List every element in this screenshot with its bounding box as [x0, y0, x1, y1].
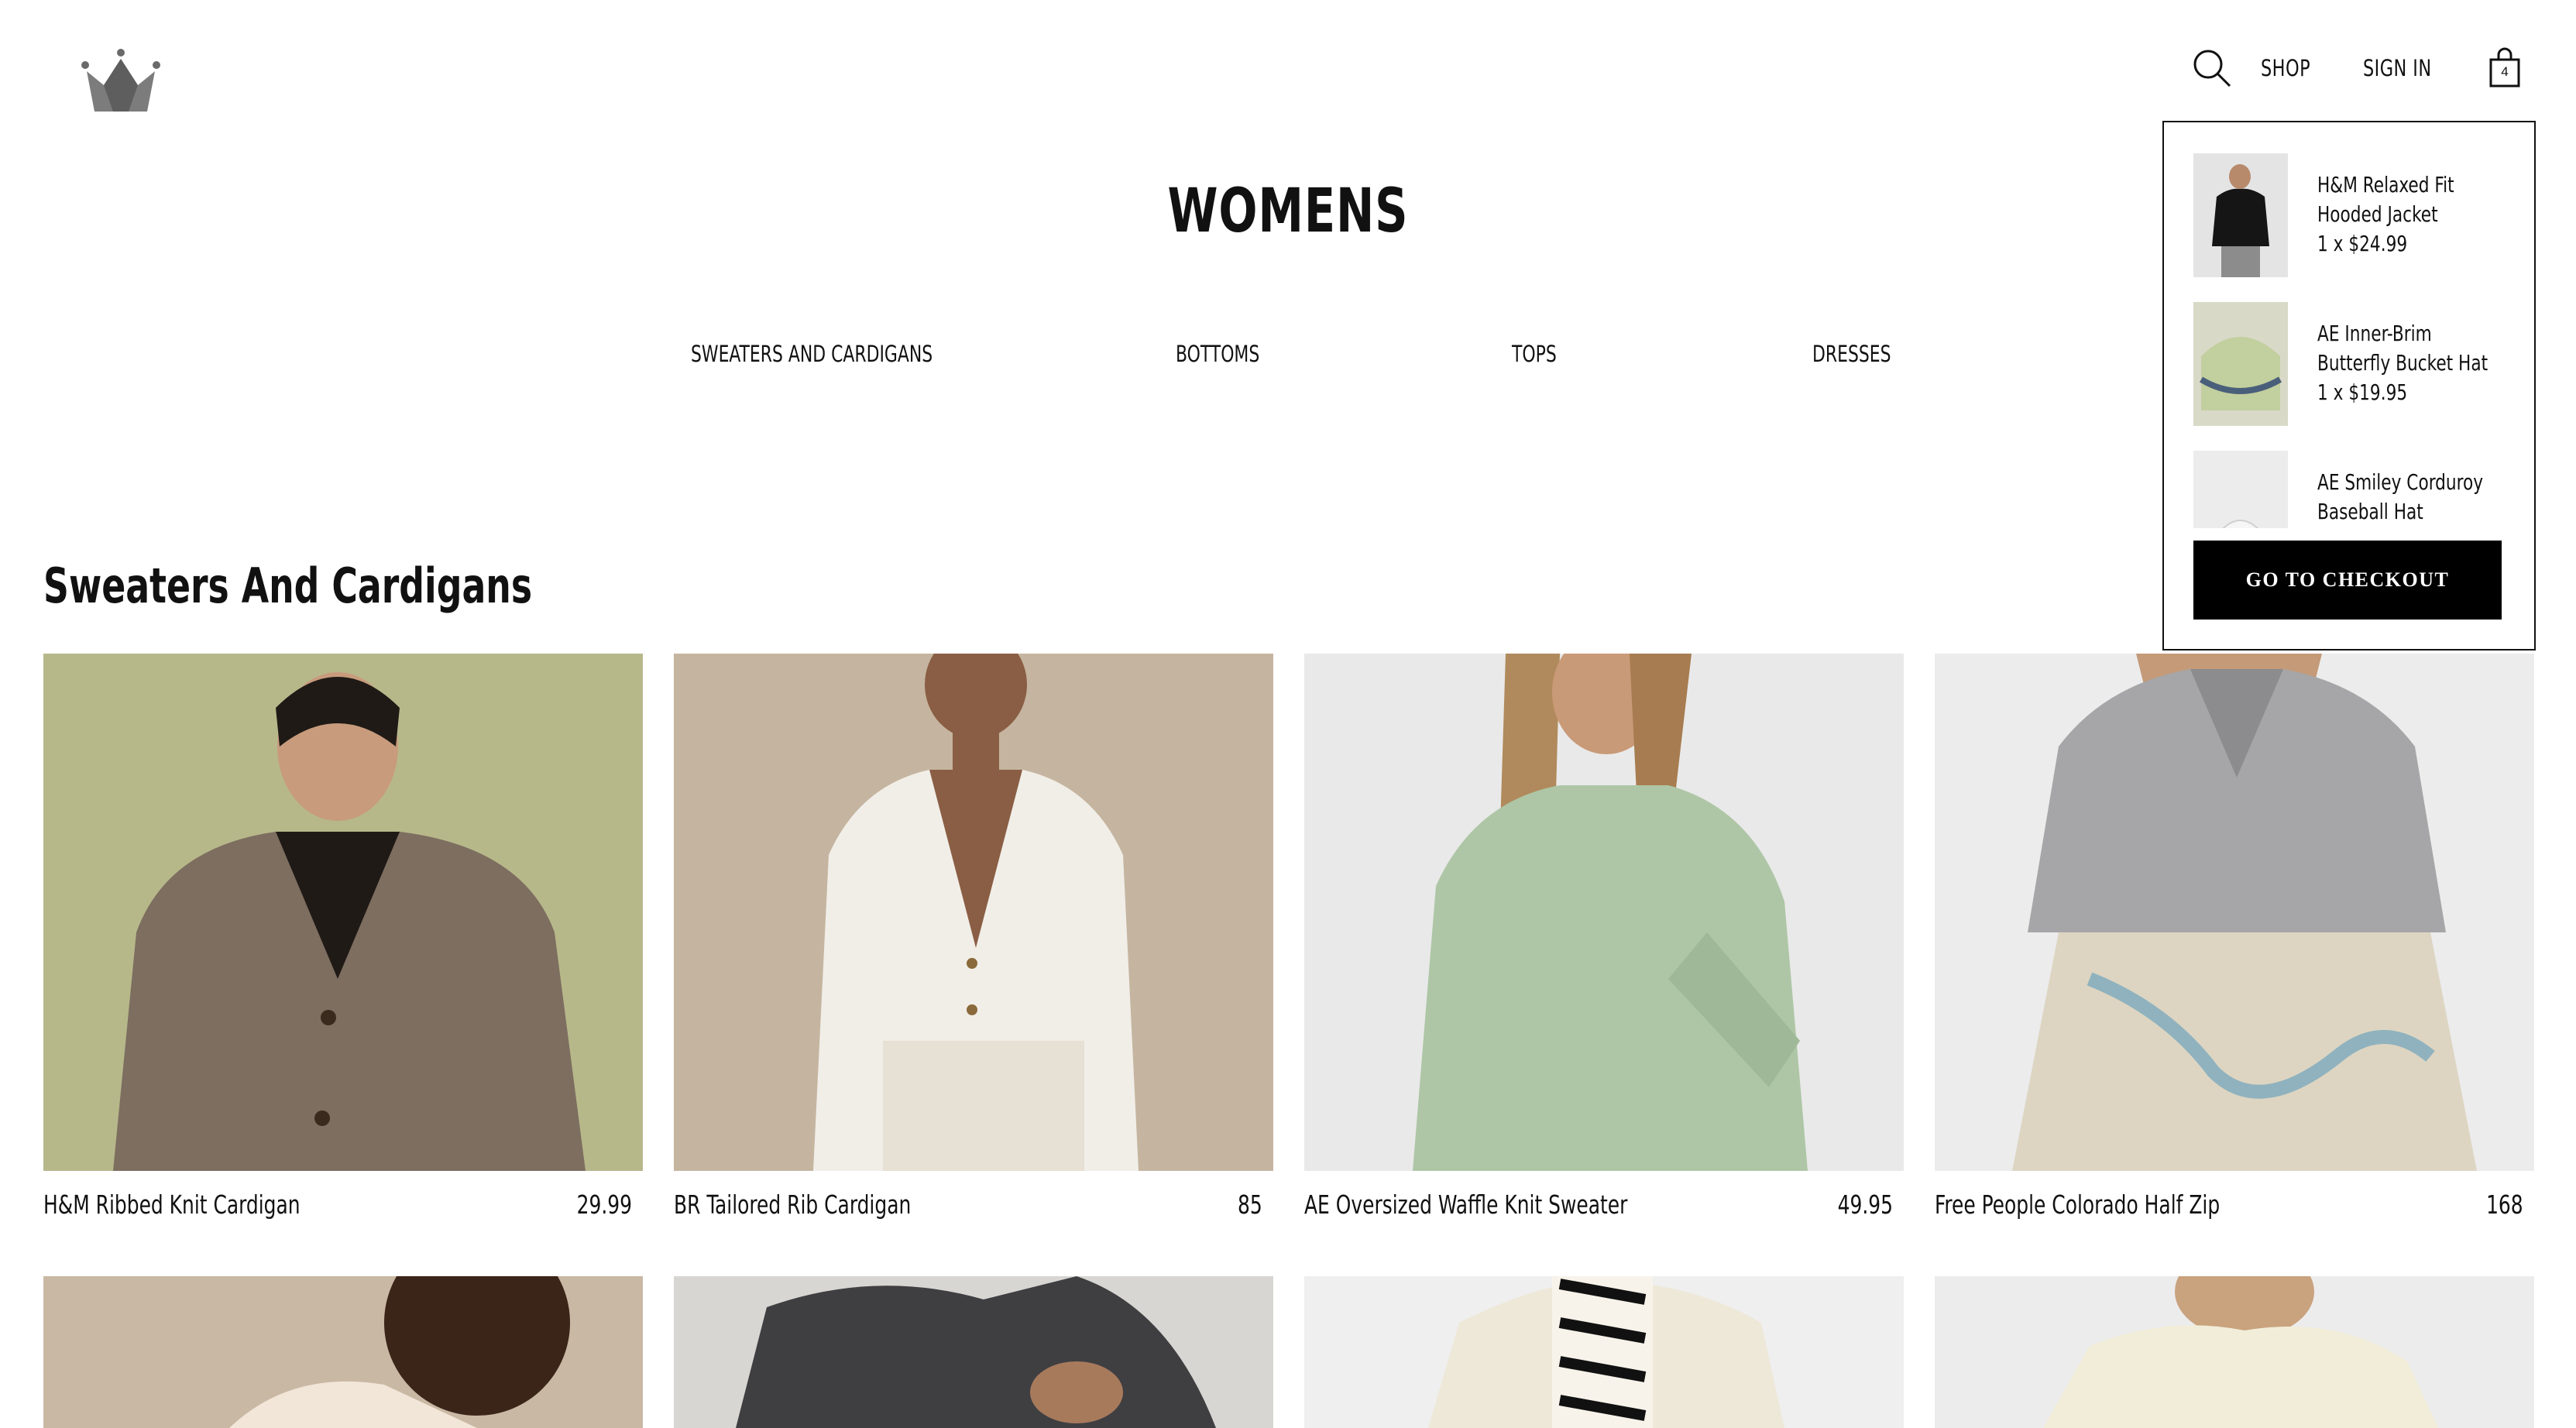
product-card[interactable]: Free People Colorado Half Zip 168 — [1935, 654, 2534, 1227]
product-name[interactable]: H&M Ribbed Knit Cardigan — [43, 1189, 301, 1220]
sign-in-link[interactable]: SIGN IN — [2363, 55, 2432, 81]
product-meta: AE Oversized Waffle Knit Sweater 49.95 — [1304, 1180, 1904, 1227]
search-icon[interactable] — [2191, 47, 2233, 89]
product-card[interactable]: BR Tailored Rib Cardigan 85 — [674, 654, 1273, 1227]
product-image[interactable] — [1304, 1276, 1904, 1428]
product-meta: Free People Colorado Half Zip 168 — [1935, 1180, 2534, 1227]
product-card[interactable]: H&M Ribbed Knit Cardigan 29.99 — [43, 654, 643, 1227]
category-dresses[interactable]: DRESSES — [1812, 341, 1891, 367]
section-title: Sweaters And Cardigans — [43, 558, 533, 614]
cart-item[interactable]: AE Smiley Corduroy Baseball Hat — [2193, 451, 2519, 528]
product-image[interactable] — [674, 1276, 1273, 1428]
product-meta: H&M Ribbed Knit Cardigan 29.99 — [43, 1180, 643, 1227]
category-bottoms[interactable]: BOTTOMS — [1176, 341, 1259, 367]
cart-item-name: AE Smiley Corduroy Baseball Hat — [2317, 469, 2484, 524]
cart-item[interactable]: H&M Relaxed Fit Hooded Jacket 1 x $24.99 — [2193, 153, 2519, 302]
cart-item-info: H&M Relaxed Fit Hooded Jacket 1 x $24.99 — [2317, 170, 2491, 259]
product-name[interactable]: BR Tailored Rib Cardigan — [674, 1189, 911, 1220]
shop-link[interactable]: SHOP — [2261, 55, 2310, 81]
cart-item[interactable]: AE Inner-Brim Butterfly Bucket Hat 1 x $… — [2193, 302, 2519, 451]
cart-items-list[interactable]: H&M Relaxed Fit Hooded Jacket 1 x $24.99… — [2193, 153, 2519, 528]
cart-item-thumbnail — [2193, 451, 2288, 528]
product-name[interactable]: Free People Colorado Half Zip — [1935, 1189, 2220, 1220]
cart-item-info: AE Smiley Corduroy Baseball Hat — [2317, 468, 2491, 527]
cart-item-info: AE Inner-Brim Butterfly Bucket Hat 1 x $… — [2317, 319, 2491, 407]
go-to-checkout-button[interactable]: GO TO CHECKOUT — [2193, 541, 2502, 620]
product-meta: BR Tailored Rib Cardigan 85 — [674, 1180, 1273, 1227]
cart-item-thumbnail — [2193, 153, 2288, 277]
product-price: 29.99 — [576, 1189, 632, 1220]
product-image[interactable] — [674, 654, 1273, 1171]
product-card[interactable] — [1304, 1276, 1904, 1428]
product-image[interactable] — [43, 654, 643, 1171]
product-card[interactable]: AE Oversized Waffle Knit Sweater 49.95 — [1304, 654, 1904, 1227]
cart-count-badge: 4 — [2501, 64, 2509, 79]
cart-item-qty-price: 1 x $19.95 — [2317, 379, 2408, 405]
shopping-bag-icon[interactable]: 4 — [2488, 47, 2522, 89]
product-image[interactable] — [43, 1276, 643, 1428]
cart-item-qty-price: 1 x $24.99 — [2317, 231, 2408, 256]
product-image[interactable] — [1935, 1276, 2534, 1428]
cart-item-thumbnail — [2193, 302, 2288, 426]
cart-dropdown: H&M Relaxed Fit Hooded Jacket 1 x $24.99… — [2162, 121, 2536, 650]
product-price: 49.95 — [1837, 1189, 1893, 1220]
cart-item-name: H&M Relaxed Fit Hooded Jacket — [2317, 172, 2454, 227]
product-card[interactable] — [674, 1276, 1273, 1428]
product-price: 85 — [1238, 1189, 1262, 1220]
category-sweaters-and-cardigans[interactable]: SWEATERS AND CARDIGANS — [691, 341, 933, 367]
crown-logo-icon[interactable] — [81, 48, 161, 115]
page-title: WOMENS — [1167, 177, 1409, 246]
cart-item-name: AE Inner-Brim Butterfly Bucket Hat — [2317, 321, 2488, 376]
product-image[interactable] — [1304, 654, 1904, 1171]
product-card[interactable] — [43, 1276, 643, 1428]
top-nav: SHOP SIGN IN 4 — [2191, 45, 2522, 91]
category-tops[interactable]: TOPS — [1512, 341, 1557, 367]
product-card[interactable] — [1935, 1276, 2534, 1428]
product-image[interactable] — [1935, 654, 2534, 1171]
product-name[interactable]: AE Oversized Waffle Knit Sweater — [1304, 1189, 1627, 1220]
product-price: 168 — [2486, 1189, 2523, 1220]
